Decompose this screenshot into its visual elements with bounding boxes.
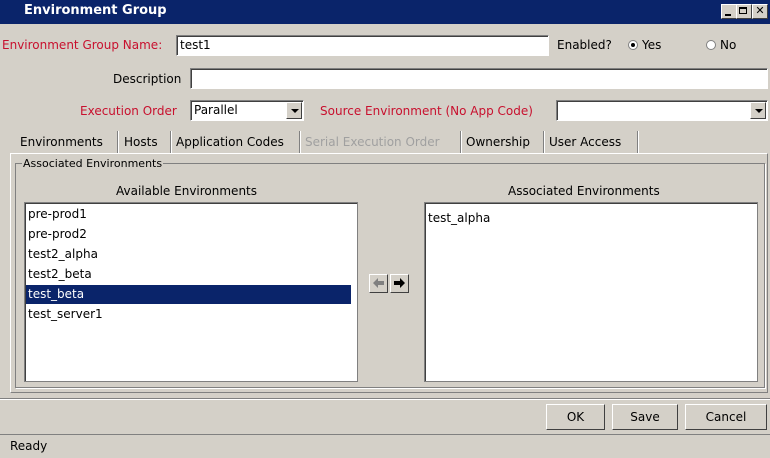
- tab-serial-execution-order: Serial Execution Order: [305, 135, 440, 149]
- enabled-label: Enabled?: [557, 38, 612, 52]
- minimize-icon: [725, 14, 731, 16]
- associated-environments-header: Associated Environments: [508, 184, 660, 198]
- tab-divider: [637, 131, 639, 153]
- minimize-button[interactable]: [721, 4, 737, 19]
- list-item[interactable]: test2_alpha: [26, 245, 351, 264]
- associated-environments-list[interactable]: test_alpha: [424, 202, 758, 382]
- arrow-left-icon: [373, 278, 384, 288]
- execution-order-select[interactable]: Parallel: [190, 100, 304, 121]
- maximize-button[interactable]: [736, 4, 752, 19]
- status-bar: [0, 434, 770, 458]
- tab-divider: [170, 131, 172, 153]
- tab-ownership[interactable]: Ownership: [464, 131, 532, 153]
- list-item-selected[interactable]: test_beta: [26, 285, 351, 304]
- chevron-down-icon[interactable]: [286, 102, 302, 119]
- close-icon: ✕: [755, 4, 765, 17]
- list-item[interactable]: pre-prod2: [26, 225, 351, 244]
- group-title: Associated Environments: [22, 157, 164, 170]
- enabled-no-label: No: [720, 38, 737, 52]
- tab-divider: [117, 131, 119, 153]
- list-item[interactable]: pre-prod1: [26, 205, 351, 224]
- tab-divider: [543, 131, 545, 153]
- cancel-button[interactable]: Cancel: [685, 404, 767, 430]
- enabled-yes-radio[interactable]: [628, 40, 638, 50]
- list-item[interactable]: test_alpha: [426, 209, 751, 228]
- close-button[interactable]: ✕: [752, 4, 768, 19]
- maximize-icon: [739, 7, 747, 14]
- list-item[interactable]: test2_beta: [26, 265, 351, 284]
- move-left-button[interactable]: [369, 274, 388, 293]
- execution-order-label: Execution Order: [80, 104, 177, 118]
- tab-application-codes[interactable]: Application Codes: [174, 131, 286, 153]
- chevron-down-icon[interactable]: [750, 102, 766, 119]
- group-name-input[interactable]: test1: [176, 35, 549, 56]
- enabled-yes-label: Yes: [642, 38, 662, 52]
- divider: [0, 399, 770, 400]
- move-right-button[interactable]: [390, 274, 409, 293]
- tab-hosts[interactable]: Hosts: [122, 131, 160, 153]
- available-environments-header: Available Environments: [116, 184, 258, 198]
- description-label: Description: [113, 72, 182, 86]
- enabled-no-radio[interactable]: [706, 40, 716, 50]
- source-environment-select[interactable]: [556, 100, 768, 121]
- list-item[interactable]: test_server1: [26, 305, 351, 324]
- status-text: Ready: [10, 439, 48, 453]
- save-button[interactable]: Save: [612, 404, 678, 430]
- tab-divider: [460, 131, 462, 153]
- available-environments-list[interactable]: pre-prod1 pre-prod2 test2_alpha test2_be…: [24, 202, 358, 382]
- tab-user-access[interactable]: User Access: [547, 131, 623, 153]
- group-name-label: Environment Group Name:: [2, 38, 163, 52]
- tab-environments[interactable]: Environments: [18, 131, 105, 153]
- window-title: Environment Group: [24, 3, 167, 18]
- description-input[interactable]: [190, 68, 768, 89]
- source-environment-label: Source Environment (No App Code): [320, 104, 533, 118]
- tab-divider: [299, 131, 301, 153]
- ok-button[interactable]: OK: [546, 404, 605, 430]
- arrow-right-icon: [394, 278, 405, 288]
